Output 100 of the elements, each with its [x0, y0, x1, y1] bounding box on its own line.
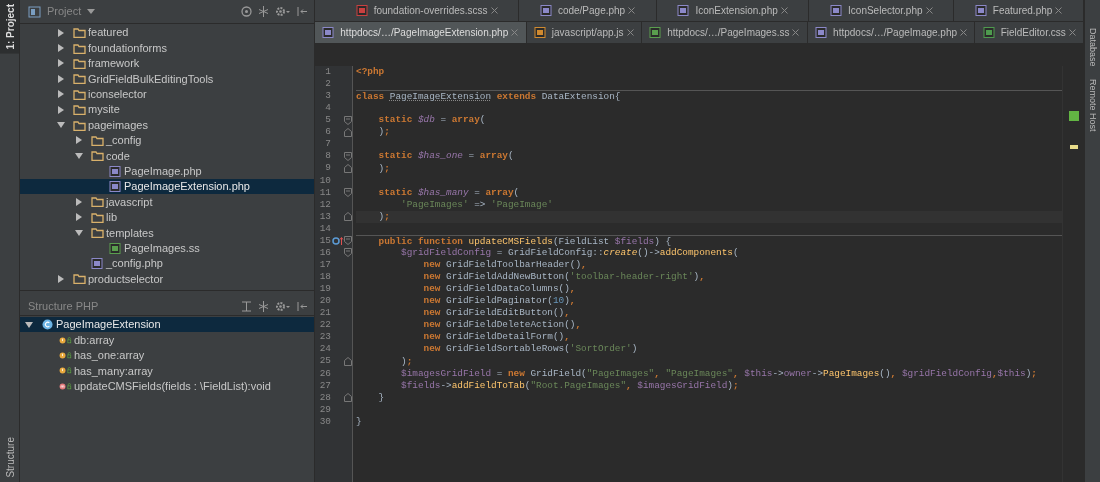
- field-name[interactable]: has_many:array: [74, 362, 153, 380]
- line-number: 25: [318, 354, 331, 369]
- expand-arrow-icon[interactable]: [56, 104, 66, 115]
- fold-icon[interactable]: [344, 188, 352, 198]
- folder-name[interactable]: pageimages: [88, 116, 148, 134]
- line-number: 13: [318, 209, 331, 224]
- expand-arrow-icon[interactable]: [56, 89, 66, 100]
- code-line: 'PageImages' => 'PageImage': [400, 198, 554, 211]
- close-icon[interactable]: [792, 29, 800, 36]
- fold-icon[interactable]: [344, 248, 352, 258]
- close-icon[interactable]: [925, 7, 933, 14]
- expand-arrow-icon[interactable]: [56, 73, 66, 84]
- hide-panel-icon[interactable]: [297, 301, 308, 312]
- expand-arrow-icon[interactable]: [56, 273, 66, 284]
- file-name[interactable]: PageImages.ss: [124, 239, 200, 257]
- line-number: 17: [318, 258, 331, 272]
- code-line: <?php: [356, 66, 386, 79]
- project-tool-tab[interactable]: 1: Project: [0, 0, 19, 54]
- close-icon[interactable]: [780, 7, 788, 14]
- line-number: 16: [318, 245, 331, 260]
- field-name[interactable]: has_one:array: [74, 347, 145, 364]
- settings-icon[interactable]: [275, 301, 291, 312]
- folder-name[interactable]: templates: [106, 224, 154, 242]
- fold-end-icon[interactable]: [344, 212, 352, 222]
- line-number: 3: [324, 89, 331, 104]
- line-number: 23: [318, 330, 331, 345]
- close-icon[interactable]: [490, 7, 498, 14]
- php-file-icon: [109, 165, 122, 177]
- field-icon: [59, 349, 72, 361]
- collapse-arrow-icon[interactable]: [24, 319, 34, 330]
- code-line: $fields->addFieldToTab("Root.PageImages", $imagesGridField);: [400, 379, 740, 392]
- folder-name[interactable]: productselector: [88, 270, 164, 288]
- folder-name[interactable]: _config: [106, 132, 142, 149]
- line-number: 21: [318, 306, 331, 321]
- collapse-arrow-icon[interactable]: [74, 150, 84, 161]
- folder-icon: [91, 227, 104, 239]
- folder-name[interactable]: foundationforms: [88, 39, 167, 57]
- code-line: static $has_one = array(: [377, 150, 515, 163]
- folder-icon: [91, 196, 104, 208]
- fold-end-icon[interactable]: [344, 393, 352, 403]
- fold-icon[interactable]: [344, 115, 352, 125]
- tool-window-tab[interactable]: Remote Host: [1087, 78, 1098, 132]
- fold-icon[interactable]: [344, 151, 352, 161]
- expand-arrow-icon[interactable]: [74, 135, 84, 146]
- locate-icon[interactable]: [241, 6, 252, 17]
- line-number: 2: [324, 77, 331, 92]
- expand-arrow-icon[interactable]: [56, 43, 66, 54]
- folder-name[interactable]: code: [106, 147, 130, 165]
- hide-panel-icon[interactable]: [297, 6, 308, 17]
- close-icon[interactable]: [960, 29, 968, 36]
- method-name[interactable]: updateCMSFields(fields : \FieldList):void: [74, 378, 271, 395]
- line-number: 7: [324, 137, 331, 152]
- line-number: 12: [318, 197, 331, 212]
- folder-name[interactable]: featured: [88, 24, 129, 41]
- line-number: 9: [324, 161, 331, 176]
- editor-tab[interactable]: httpdocs/…/PageImageExtension.php: [315, 22, 527, 43]
- folder-name[interactable]: GridFieldBulkEditingTools: [88, 70, 214, 88]
- field-icon: [59, 334, 72, 346]
- expand-arrow-icon[interactable]: [74, 197, 84, 207]
- script-file-icon: [533, 27, 547, 38]
- field-name[interactable]: db:array: [74, 331, 115, 349]
- settings-icon[interactable]: [275, 6, 291, 17]
- fold-end-icon[interactable]: [344, 164, 352, 174]
- line-number: 10: [318, 173, 331, 188]
- expand-arrow-icon[interactable]: [74, 212, 84, 223]
- fold-end-icon[interactable]: [344, 357, 352, 367]
- file-name[interactable]: PageImage.php: [124, 162, 202, 180]
- line-number: 15: [318, 233, 331, 248]
- code-line: new GridFieldDetailForm(),: [422, 331, 571, 344]
- code-line: }: [356, 415, 363, 428]
- expand-arrow-icon[interactable]: [56, 27, 66, 38]
- folder-icon: [91, 150, 104, 162]
- close-icon[interactable]: [1068, 29, 1076, 36]
- collapse-arrow-icon[interactable]: [74, 227, 84, 238]
- expand-all-icon[interactable]: [241, 301, 252, 312]
- close-icon[interactable]: [628, 7, 636, 14]
- line-number: 30: [318, 414, 331, 429]
- structure-tool-tab[interactable]: Structure: [0, 433, 19, 482]
- method-icon: [59, 380, 72, 392]
- file-name[interactable]: _config.php: [106, 255, 163, 272]
- code-line: new GridFieldToolbarHeader(),: [422, 259, 588, 272]
- tool-window-tab[interactable]: Database: [1087, 28, 1098, 67]
- project-view-icon: [28, 5, 41, 18]
- code-line: public function updateCMSFields(FieldList $fields) {: [356, 234, 1062, 247]
- close-icon[interactable]: [1055, 7, 1063, 14]
- folder-icon: [91, 134, 104, 146]
- close-icon[interactable]: [511, 29, 519, 36]
- collapse-all-icon: [258, 6, 269, 17]
- fold-end-icon[interactable]: [344, 127, 352, 137]
- fold-icon[interactable]: [344, 236, 352, 246]
- dropdown-caret-icon[interactable]: [87, 8, 96, 15]
- code-line: $gridFieldConfig = GridFieldConfig::create()->addComponents(: [400, 246, 740, 259]
- folder-name[interactable]: javascript: [106, 193, 153, 211]
- folder-name[interactable]: lib: [106, 209, 117, 226]
- expand-arrow-icon[interactable]: [56, 58, 66, 69]
- folder-name[interactable]: iconselector: [88, 86, 147, 103]
- close-icon[interactable]: [626, 29, 634, 36]
- folder-name[interactable]: framework: [88, 55, 140, 72]
- code-line: new GridFieldDeleteAction(),: [422, 319, 583, 332]
- folder-name[interactable]: mysite: [88, 101, 120, 118]
